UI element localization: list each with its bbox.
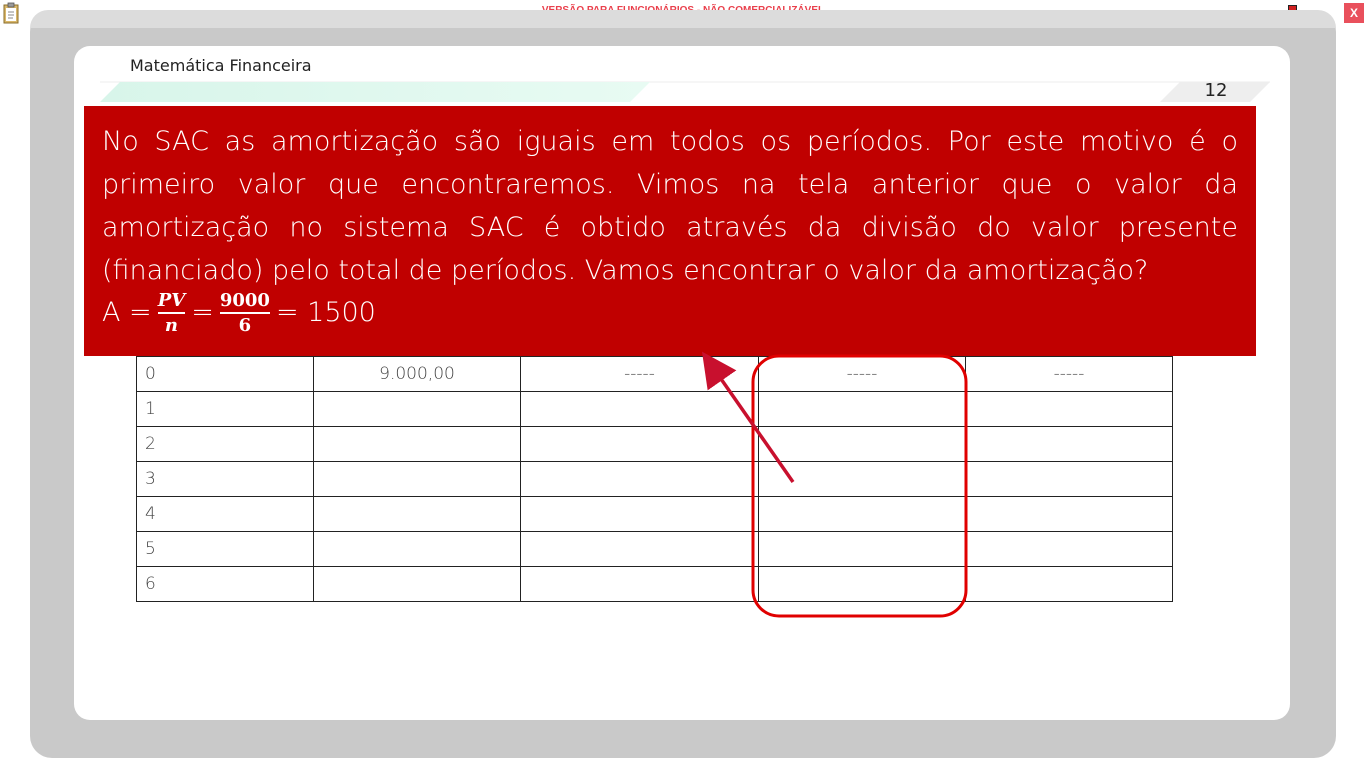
period-cell: 6 [136, 566, 314, 602]
value-cell [758, 496, 966, 532]
period-cell: 2 [136, 426, 314, 462]
value-cell [520, 461, 759, 497]
table-row: 3 [136, 461, 1173, 497]
amortization-table: 0 9.000,00 ----- ----- ----- 1 2 3 4 5 6 [136, 356, 1173, 602]
period-cell: 5 [136, 531, 314, 567]
value-cell [313, 496, 521, 532]
header-decoration [100, 81, 1270, 102]
formula-den-n: n [164, 314, 178, 336]
callout-text: No SAC as amortização são iguais em todo… [102, 126, 1238, 286]
value-cell [520, 496, 759, 532]
value-cell [965, 391, 1173, 427]
value-cell [758, 566, 966, 602]
course-title: Matemática Financeira [130, 56, 312, 75]
period-cell: 4 [136, 496, 314, 532]
table-row: 0 9.000,00 ----- ----- ----- [136, 356, 1173, 392]
value-cell: ----- [965, 356, 1173, 392]
value-cell [965, 461, 1173, 497]
value-cell [965, 531, 1173, 567]
value-cell [758, 461, 966, 497]
table-row: 1 [136, 391, 1173, 427]
value-cell [313, 426, 521, 462]
value-cell [965, 426, 1173, 462]
value-cell [965, 566, 1173, 602]
value-cell [313, 531, 521, 567]
explanation-callout: No SAC as amortização são iguais em todo… [84, 106, 1256, 356]
value-cell: ----- [758, 356, 966, 392]
value-cell [520, 426, 759, 462]
value-cell [313, 461, 521, 497]
table-row: 6 [136, 566, 1173, 602]
formula-num-9000: 9000 [219, 290, 270, 311]
table-row: 2 [136, 426, 1173, 462]
value-cell [520, 391, 759, 427]
value-cell: 9.000,00 [313, 356, 521, 392]
period-cell: 1 [136, 391, 314, 427]
value-cell [758, 391, 966, 427]
period-cell: 3 [136, 461, 314, 497]
value-cell [520, 531, 759, 567]
value-cell [313, 566, 521, 602]
table-row: 4 [136, 496, 1173, 532]
formula-fraction-symbolic: PV n [157, 290, 186, 336]
value-cell: ----- [520, 356, 759, 392]
value-cell [313, 391, 521, 427]
value-cell [758, 426, 966, 462]
formula-result: = 1500 [275, 297, 376, 329]
value-cell [965, 496, 1173, 532]
formula-num-pv: PV [157, 290, 186, 311]
page-number: 12 [1204, 80, 1228, 101]
value-cell [520, 566, 759, 602]
value-cell [758, 531, 966, 567]
table-row: 5 [136, 531, 1173, 567]
viewer-frame-top [30, 10, 1336, 28]
period-cell: 0 [136, 356, 314, 392]
amortization-formula: A = PV n = 9000 6 = 1500 [102, 290, 1238, 336]
formula-lhs: A = [102, 297, 152, 329]
formula-equals: = [191, 297, 214, 329]
formula-fraction-numeric: 9000 6 [219, 290, 270, 336]
formula-den-6: 6 [238, 314, 252, 336]
close-button[interactable]: X [1344, 3, 1364, 23]
